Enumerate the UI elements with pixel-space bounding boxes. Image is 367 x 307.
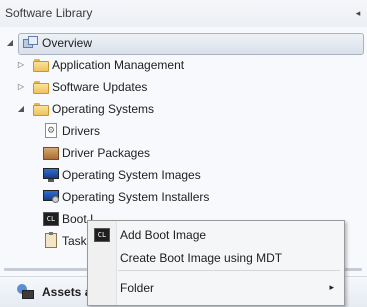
panel-header: Software Library ◂	[0, 0, 367, 27]
assets-icon	[16, 283, 34, 301]
tree-item-label: Overview	[42, 36, 93, 50]
menu-separator	[118, 270, 340, 271]
tree-item-operating-systems[interactable]: ◢ Operating Systems	[0, 98, 367, 120]
tree-item-overview[interactable]: ◢ Overview	[0, 32, 367, 55]
tree-item-label: Operating System Installers	[62, 190, 210, 204]
tree-item-label: Application Management	[52, 58, 185, 72]
collapse-arrow-icon[interactable]: ◢	[16, 103, 26, 115]
menu-item-create-boot-image-using-mdt[interactable]: Create Boot Image using MDT	[88, 247, 344, 269]
context-menu: CL Add Boot Image Create Boot Image usin…	[87, 220, 345, 306]
menu-item-label: Add Boot Image	[120, 228, 207, 242]
menu-item-label: Create Boot Image using MDT	[120, 251, 283, 265]
folder-icon	[33, 79, 49, 95]
tree-item-software-updates[interactable]: ▷ Software Updates	[0, 76, 367, 98]
boot-image-icon: CL	[43, 211, 59, 227]
expand-arrow-icon[interactable]: ◢	[5, 37, 15, 49]
menu-item-label: Folder	[120, 281, 155, 295]
tree-item-label: Driver Packages	[62, 146, 151, 160]
submenu-arrow-icon: ▸	[329, 282, 334, 292]
task-sequence-icon	[43, 232, 59, 249]
driver-package-icon	[43, 145, 59, 161]
tree-item-label: Operating Systems	[52, 102, 155, 116]
driver-icon: ⚙	[43, 123, 59, 139]
tree-item-label: Task	[62, 234, 87, 248]
folder-icon	[33, 57, 49, 73]
tree-item-label: Software Updates	[52, 80, 148, 94]
tree-item-driver-packages[interactable]: Driver Packages	[0, 142, 367, 164]
menu-item-folder[interactable]: Folder ▸	[88, 277, 344, 299]
folder-icon	[33, 101, 49, 117]
os-installer-icon	[43, 189, 59, 205]
workspace-label: Assets a	[42, 285, 92, 299]
tree-item-operating-system-installers[interactable]: Operating System Installers	[0, 186, 367, 208]
boot-image-icon: CL	[94, 227, 110, 243]
collapse-panel-button[interactable]: ◂	[353, 6, 363, 20]
expand-arrow-icon[interactable]: ▷	[16, 59, 26, 71]
os-image-icon	[43, 167, 59, 183]
tree-item-drivers[interactable]: ⚙ Drivers	[0, 120, 367, 142]
overview-icon	[23, 35, 39, 51]
tree-item-application-management[interactable]: ▷ Application Management	[0, 54, 367, 76]
tree-item-label: Drivers	[62, 124, 100, 138]
panel-title: Software Library	[5, 6, 93, 20]
tree-item-operating-system-images[interactable]: Operating System Images	[0, 164, 367, 186]
expand-arrow-icon[interactable]: ▷	[16, 81, 26, 93]
tree-item-label: Operating System Images	[62, 168, 201, 182]
menu-item-add-boot-image[interactable]: CL Add Boot Image	[88, 224, 344, 246]
